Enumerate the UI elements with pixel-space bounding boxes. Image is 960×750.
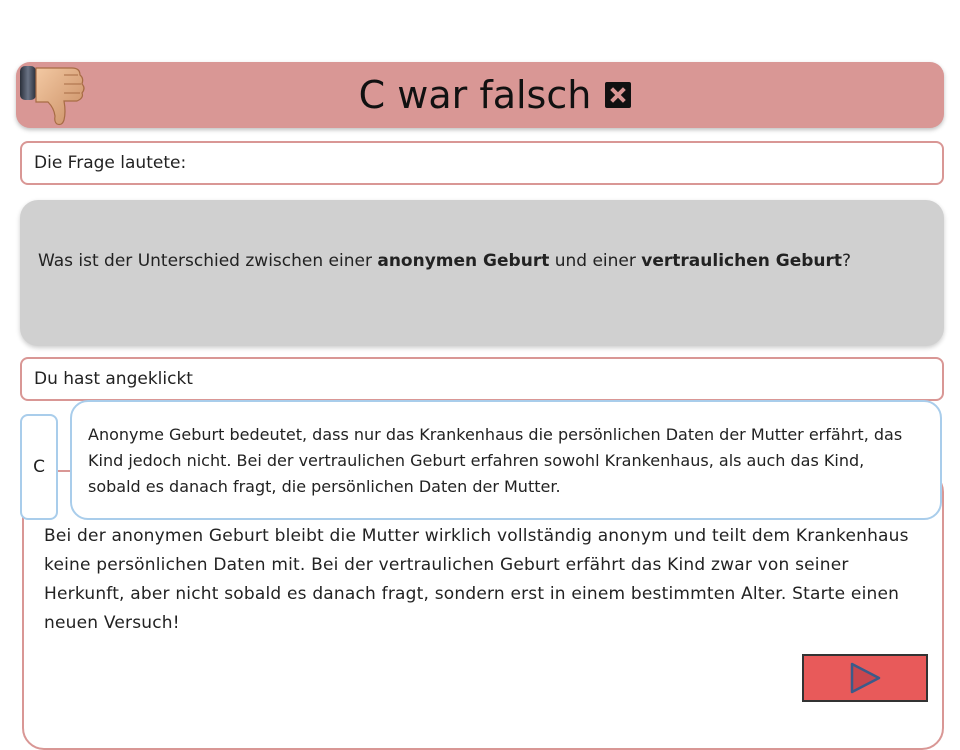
selected-answer-box: Anonyme Geburt bedeutet, dass nur das Kr… (70, 400, 942, 520)
question-bold-term-1: anonymen Geburt (377, 251, 550, 271)
question-box: Was ist der Unterschied zwischen einer a… (20, 200, 944, 346)
title-bar: C war falsch (16, 62, 944, 128)
answer-letter: C (33, 457, 45, 477)
feedback-text: Bei der anonymen Geburt bleibt die Mutte… (44, 526, 909, 633)
answer-text: Anonyme Geburt bedeutet, dass nur das Kr… (88, 425, 903, 496)
question-bold-term-2: vertraulichen Geburt (641, 251, 843, 271)
play-arrow-icon (850, 662, 881, 694)
next-button[interactable] (802, 654, 928, 702)
result-title: C war falsch (359, 73, 632, 117)
thumbs-down-icon (20, 66, 85, 126)
question-label: Die Frage lautete: (20, 141, 944, 185)
clicked-label: Du hast angeklickt (20, 357, 944, 401)
x-box-icon (605, 82, 632, 108)
title-text: C war falsch (358, 73, 592, 117)
answer-letter-box: C (20, 414, 58, 520)
